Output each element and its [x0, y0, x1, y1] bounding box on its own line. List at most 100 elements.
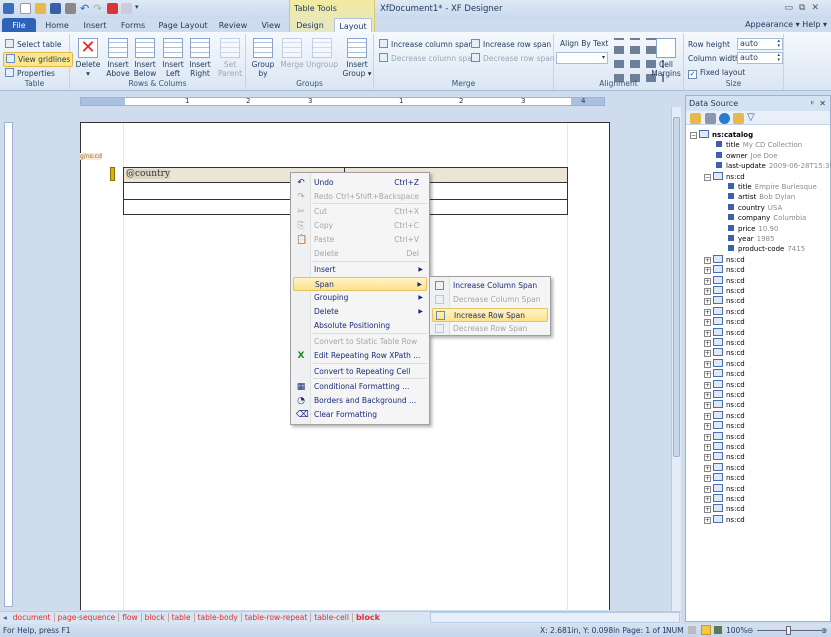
- increase-row-span-button[interactable]: Increase row span: [471, 39, 551, 50]
- close-panel-icon[interactable]: ✕: [819, 96, 826, 111]
- restore-button[interactable]: ⧉: [799, 3, 811, 13]
- breadcrumb-left-arrow-icon[interactable]: ◂: [0, 613, 10, 622]
- submenu-item-decrease-row-span[interactable]: Decrease Row Span: [432, 322, 548, 336]
- tree-field-title[interactable]: title Empire Burlesque: [728, 182, 817, 192]
- expand-icon[interactable]: +: [704, 496, 711, 503]
- submenu-item-increase-row-span[interactable]: Increase Row Span: [432, 307, 548, 322]
- tree-node-cd[interactable]: + ns:cd: [704, 494, 745, 504]
- properties-button[interactable]: Properties: [5, 68, 55, 79]
- expand-icon[interactable]: +: [704, 392, 711, 399]
- menu-item-conditional-formatting[interactable]: ▦ Conditional Formatting ...: [293, 380, 427, 394]
- expand-icon[interactable]: +: [704, 360, 711, 368]
- tree-node-cd[interactable]: + ns:cd: [704, 462, 745, 473]
- menu-item-convert-to-repeating-cell[interactable]: Convert to Repeating Cell: [293, 365, 427, 379]
- menu-item-borders-and-background[interactable]: ◔ Borders and Background ...: [293, 394, 427, 408]
- column-width-input[interactable]: auto ▴ ▾: [737, 52, 783, 64]
- menu-item-paste[interactable]: 📋 Paste Ctrl+V: [293, 233, 427, 247]
- insert-above-button[interactable]: Insert Above: [106, 38, 130, 78]
- open-folder-icon[interactable]: [733, 113, 744, 124]
- align-by-text-select[interactable]: ▾: [556, 52, 608, 64]
- tab-page-layout[interactable]: Page Layout: [156, 18, 210, 33]
- tab-forms[interactable]: Forms: [116, 18, 150, 33]
- redo-icon[interactable]: ↷: [93, 3, 104, 14]
- tree-field-year[interactable]: year 1985: [728, 234, 774, 244]
- expand-icon[interactable]: +: [704, 516, 711, 524]
- menu-item-copy[interactable]: ⎘ Copy Ctrl+C: [293, 219, 427, 233]
- decrease-column-span-button[interactable]: Decrease column span: [379, 53, 477, 64]
- zoom-in-button[interactable]: ⊕: [821, 624, 827, 637]
- tab-file[interactable]: File: [2, 18, 36, 33]
- collapse-icon[interactable]: −: [690, 132, 697, 139]
- tree-field-last-update[interactable]: last-update 2009-06-28T15:39:: [716, 161, 831, 171]
- expand-icon[interactable]: +: [704, 433, 711, 441]
- tree-node-cd[interactable]: + ns:cd: [704, 369, 745, 379]
- fixed-layout-checkbox[interactable]: ✓ Fixed layout: [688, 68, 745, 79]
- expand-icon[interactable]: +: [704, 444, 711, 451]
- pin-icon[interactable]: ᵖ: [811, 96, 814, 111]
- repeat-marker[interactable]: [110, 167, 115, 181]
- expand-icon[interactable]: +: [704, 506, 711, 514]
- menu-item-cut[interactable]: ✂ Cut Ctrl+X: [293, 205, 427, 219]
- expand-icon[interactable]: +: [704, 371, 711, 379]
- tree-field-company[interactable]: company Columbia: [728, 213, 806, 223]
- appearance-menu[interactable]: Appearance ▾: [745, 20, 800, 29]
- zoom-slider[interactable]: [757, 626, 821, 635]
- expand-icon[interactable]: +: [704, 340, 711, 347]
- view-mode-icon[interactable]: [688, 626, 696, 634]
- select-table-button[interactable]: Select table: [5, 39, 62, 50]
- xpath-tag[interactable]: g/ns:cd: [80, 153, 102, 160]
- close-button[interactable]: ✕: [811, 3, 825, 13]
- tab-review[interactable]: Review: [214, 18, 252, 33]
- menu-item-edit-repeating-row-xpath[interactable]: X Edit Repeating Row XPath ...: [293, 349, 427, 363]
- breadcrumb-item-table-body[interactable]: table-body: [194, 613, 242, 622]
- tree-node-cd[interactable]: + ns:cd: [704, 265, 745, 275]
- tree-node-cd[interactable]: + ns:cd: [704, 254, 745, 265]
- expand-icon[interactable]: +: [704, 475, 711, 483]
- view-gridlines-button[interactable]: View gridlines: [3, 52, 74, 67]
- menu-item-span[interactable]: Span ▶: [293, 277, 427, 291]
- tree-node-cd[interactable]: + ns:cd: [704, 348, 745, 358]
- preview-view-icon[interactable]: [714, 626, 722, 634]
- save-icon[interactable]: [50, 3, 61, 14]
- cell-margins-button[interactable]: Cell Margins: [650, 38, 682, 78]
- new-source-icon[interactable]: [690, 113, 701, 124]
- delete-button[interactable]: ✕ Delete ▾: [74, 38, 102, 78]
- set-parent-button[interactable]: Set Parent: [218, 38, 242, 78]
- tree-field-country[interactable]: country USA: [728, 203, 782, 213]
- collapse-icon[interactable]: −: [704, 173, 711, 181]
- breadcrumb-item-table[interactable]: table: [168, 613, 195, 622]
- tree-node-cd[interactable]: + ns:cd: [704, 452, 745, 462]
- expand-icon[interactable]: +: [704, 412, 711, 420]
- expand-icon[interactable]: +: [704, 381, 711, 389]
- expand-icon[interactable]: +: [704, 329, 711, 337]
- increase-column-span-button[interactable]: Increase column span: [379, 39, 473, 50]
- refresh-icon[interactable]: [719, 113, 730, 124]
- filter-icon[interactable]: ▽: [747, 113, 758, 124]
- new-icon[interactable]: [20, 3, 31, 14]
- tree-node-catalog[interactable]: − ns:catalog: [690, 130, 753, 140]
- breadcrumb-item-page-sequence[interactable]: page-sequence: [54, 613, 120, 622]
- ungroup-button[interactable]: Ungroup: [306, 38, 338, 69]
- pdf-icon[interactable]: [107, 3, 118, 14]
- print-icon[interactable]: [65, 3, 76, 14]
- expand-icon[interactable]: +: [704, 402, 711, 410]
- tree-field-artist[interactable]: artist Bob Dylan: [728, 192, 795, 202]
- insert-right-button[interactable]: Insert Right: [188, 38, 212, 78]
- menu-item-convert-to-static-table-row[interactable]: Convert to Static Table Row: [293, 335, 427, 349]
- help-menu[interactable]: Help ▾: [802, 20, 827, 29]
- menu-item-delete[interactable]: Delete ▶: [293, 305, 427, 319]
- spinner-icon[interactable]: ▴ ▾: [777, 39, 780, 49]
- tab-insert[interactable]: Insert: [78, 18, 112, 33]
- expand-icon[interactable]: +: [704, 454, 711, 462]
- merge-group-button[interactable]: Merge: [279, 38, 305, 69]
- menu-item-absolute-positioning[interactable]: Absolute Positioning: [293, 319, 427, 333]
- tree-field-owner[interactable]: owner Joe Doe: [716, 151, 778, 161]
- expand-icon[interactable]: +: [704, 277, 711, 285]
- tree-node-cd[interactable]: + ns:cd: [704, 296, 745, 306]
- design-view-icon[interactable]: [701, 625, 711, 635]
- breadcrumb-item-table-row-repeat[interactable]: table-row-repeat: [241, 613, 312, 622]
- expand-icon[interactable]: +: [704, 464, 711, 472]
- checkbox-checked-icon[interactable]: ✓: [688, 70, 697, 79]
- tree-node-cd[interactable]: + ns:cd: [704, 379, 745, 390]
- tree-node-cd[interactable]: + ns:cd: [704, 431, 745, 442]
